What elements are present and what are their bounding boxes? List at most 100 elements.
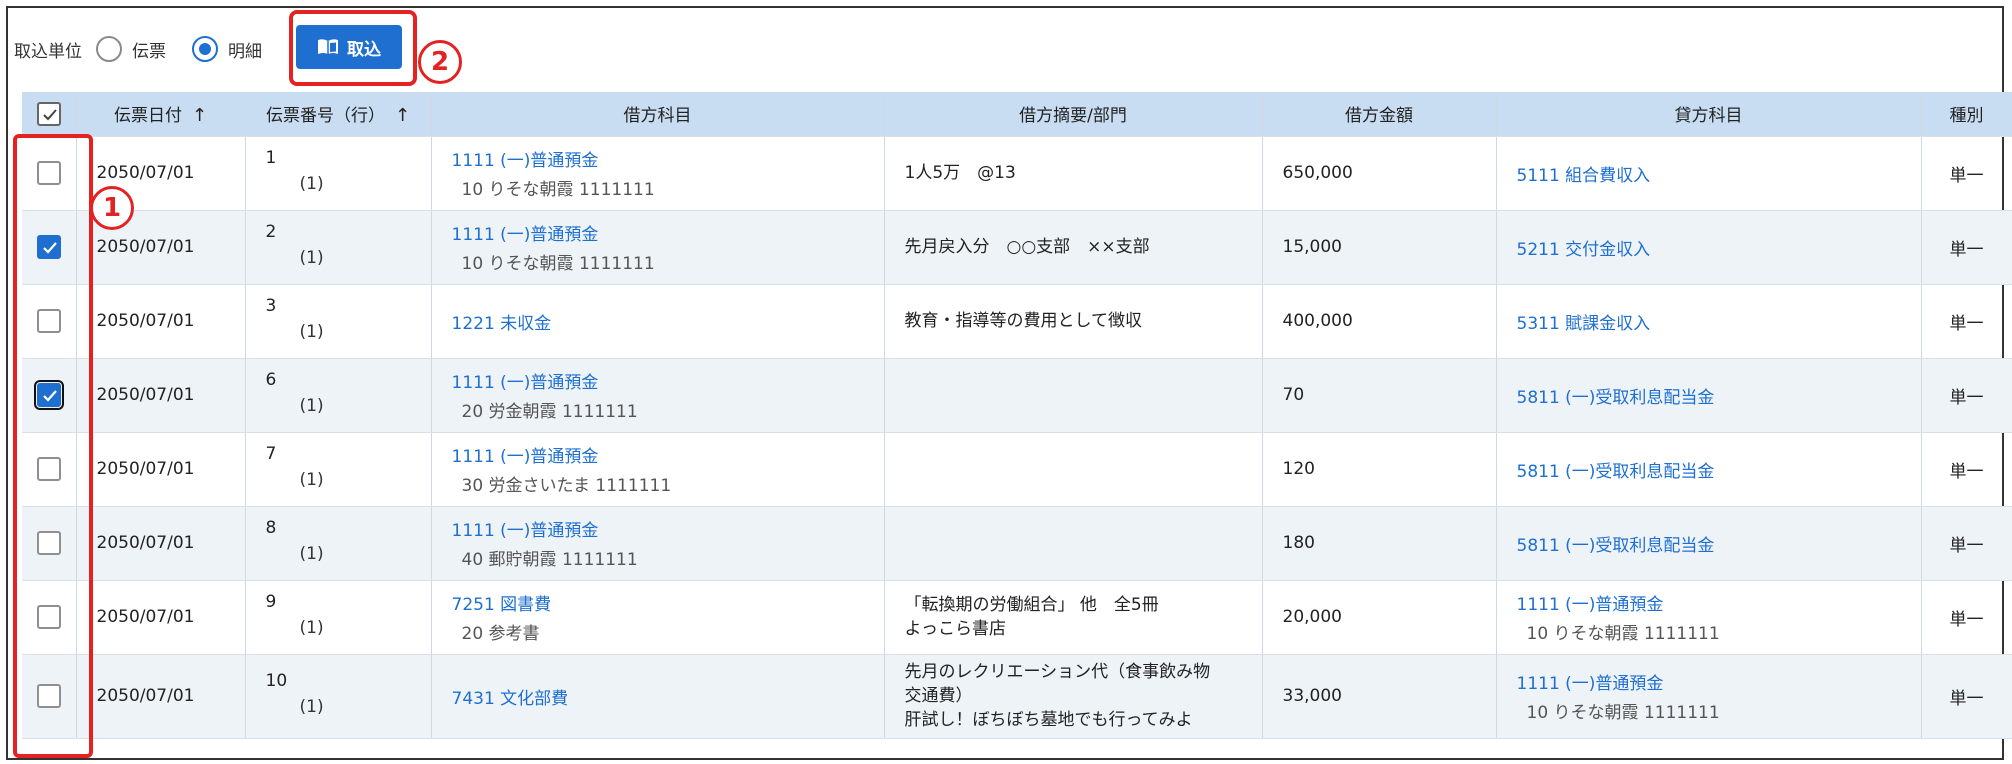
header-type[interactable]: 種別 [1921,92,2012,137]
radio-meisai[interactable]: 明細 [192,36,262,62]
book-icon [317,38,339,56]
header-date-label: 伝票日付 [113,106,182,127]
memo-line: よっこら書店 [904,619,1007,639]
radio-denpyo-circle[interactable] [96,36,122,62]
cell-debit-memo: 教育・指導等の費用として徴収 [884,284,1263,359]
voucher-line: (1) [299,248,324,268]
credit-account-link[interactable]: 5811 (一)受取利息配当金 [1517,457,1901,482]
memo-line: 先月戻入分 ○○支部 ××支部 [904,237,1150,257]
row-select-cell[interactable] [22,210,77,285]
header-debit-memo[interactable]: 借方摘要/部門 [884,92,1263,137]
voucher-line: (1) [299,697,324,717]
cell-debit-account: 1111 (一)普通預金 30 労金さいたま 1111111 [431,432,885,507]
row-checkbox[interactable] [36,309,61,333]
debit-account-link[interactable]: 1111 (一)普通預金 [452,368,864,393]
cell-debit-memo [884,358,1263,433]
row-checkbox[interactable] [36,235,61,259]
cell-credit-account: 5211 交付金収入 [1496,210,1922,285]
header-debit-amount[interactable]: 借方金額 [1262,92,1497,137]
row-select-cell[interactable] [22,284,77,359]
credit-account-link[interactable]: 1111 (一)普通預金 [1517,669,1901,694]
voucher-line: (1) [299,322,324,342]
header-debit-account[interactable]: 借方科目 [431,92,885,137]
memo-line: 肝試し！ぼちぼち墓地でも行ってみよ [904,710,1193,730]
cell-number: 9 (1) [245,580,432,655]
select-all-checkbox[interactable] [36,101,61,126]
memo-line: 先月のレクリエーション代（食事飲み物 [904,662,1211,682]
debit-account-link[interactable]: 1111 (一)普通預金 [452,442,864,467]
cell-date: 2050/07/01 [76,432,246,507]
table-row[interactable]: 2050/07/01 9 (1) 7251 図書費 20 参考書 「転換期の労働組合」 他… [22,580,2012,655]
debit-account-link[interactable]: 1111 (一)普通預金 [452,220,864,245]
voucher-number: 9 [265,592,277,612]
row-select-cell[interactable] [22,432,77,507]
credit-account-link[interactable]: 5111 組合費収入 [1517,161,1901,186]
debit-sub-account: 20 参考書 [461,624,540,644]
memo-line: 1人5万 @13 [904,163,1016,183]
table-row[interactable]: 2050/07/01 3 (1) 1221 未収金 教育・指導等の費用として徴収 400,… [22,284,2012,359]
credit-account-link[interactable]: 5311 賦課金収入 [1517,309,1901,334]
credit-account-link[interactable]: 5811 (一)受取利息配当金 [1517,531,1901,556]
cell-number: 7 (1) [245,432,432,507]
app-frame: 取込単位 伝票 明細 取込 2 伝票日付 ↑ 伝票番号（行） ↑ 借方科目 借方… [6,6,2012,760]
annotation-mark-2: 2 [418,40,462,84]
row-select-cell[interactable] [22,506,77,581]
table-row[interactable]: 2050/07/01 10 (1) 7431 文化部費 先月のレクリエーション代（食事飲… [22,654,2012,739]
debit-account-link[interactable]: 7251 図書費 [452,590,864,615]
table-row[interactable]: 2050/07/01 6 (1) 1111 (一)普通預金 20 労金朝霞 111111… [22,358,2012,433]
cell-debit-amount: 650,000 [1262,136,1497,211]
cell-credit-account: 1111 (一)普通預金 10 りそな朝霞 1111111 [1496,580,1922,655]
table-row[interactable]: 2050/07/01 1 (1) 1111 (一)普通預金 10 りそな朝霞 11111… [22,136,2012,211]
radio-meisai-label: 明細 [228,41,262,62]
cell-credit-account: 5811 (一)受取利息配当金 [1496,432,1922,507]
row-checkbox[interactable] [36,605,61,629]
cell-number: 8 (1) [245,506,432,581]
cell-debit-account: 1111 (一)普通預金 10 りそな朝霞 1111111 [431,136,885,211]
cell-date: 2050/07/01 [76,358,246,433]
row-checkbox[interactable] [33,380,64,410]
row-select-cell[interactable] [22,136,77,211]
row-checkbox[interactable] [36,684,61,708]
debit-sub-account: 30 労金さいたま 1111111 [461,476,672,496]
cell-debit-memo: 先月のレクリエーション代（食事飲み物 交通費） 肝試し！ぼちぼち墓地でも行ってみよ [884,654,1263,739]
row-select-cell[interactable] [22,654,77,739]
header-credit-account[interactable]: 貸方科目 [1496,92,1922,137]
cell-number: 10 (1) [245,654,432,739]
cell-debit-amount: 20,000 [1262,580,1497,655]
radio-meisai-circle[interactable] [192,36,218,62]
cell-debit-memo: 1人5万 @13 [884,136,1263,211]
credit-account-link[interactable]: 5211 交付金収入 [1517,235,1901,260]
cell-debit-memo: 先月戻入分 ○○支部 ××支部 [884,210,1263,285]
cell-debit-account: 1111 (一)普通預金 10 りそな朝霞 1111111 [431,210,885,285]
row-select-cell[interactable] [22,358,77,433]
cell-debit-account: 1221 未収金 [431,284,885,359]
cell-number: 3 (1) [245,284,432,359]
voucher-number: 1 [265,148,277,168]
table-row[interactable]: 2050/07/01 2 (1) 1111 (一)普通預金 10 りそな朝霞 11111… [22,210,2012,285]
cell-type: 単一 [1921,358,2012,433]
cell-credit-account: 5811 (一)受取利息配当金 [1496,506,1922,581]
debit-account-link[interactable]: 1221 未収金 [452,309,864,334]
cell-debit-amount: 33,000 [1262,654,1497,739]
table-row[interactable]: 2050/07/01 7 (1) 1111 (一)普通預金 30 労金さいたま 1111… [22,432,2012,507]
radio-denpyo[interactable]: 伝票 [96,36,166,62]
debit-account-link[interactable]: 1111 (一)普通預金 [452,146,864,171]
credit-account-link[interactable]: 5811 (一)受取利息配当金 [1517,383,1901,408]
cell-credit-account: 5111 組合費収入 [1496,136,1922,211]
header-select-all[interactable] [22,92,77,137]
row-checkbox[interactable] [36,457,61,481]
row-checkbox[interactable] [36,161,61,185]
table-body: 2050/07/01 1 (1) 1111 (一)普通預金 10 りそな朝霞 11111… [22,136,2012,739]
credit-sub-account: 10 りそな朝霞 1111111 [1526,703,1720,723]
debit-account-link[interactable]: 1111 (一)普通預金 [452,516,864,541]
row-select-cell[interactable] [22,580,77,655]
header-number[interactable]: 伝票番号（行） ↑ [245,92,432,137]
import-button[interactable]: 取込 [296,25,402,69]
cell-date: 2050/07/01 [76,284,246,359]
row-checkbox[interactable] [36,531,61,555]
debit-account-link[interactable]: 7431 文化部費 [452,684,864,709]
header-date[interactable]: 伝票日付 ↑ [76,92,246,137]
cell-debit-account: 7431 文化部費 [431,654,885,739]
credit-account-link[interactable]: 1111 (一)普通預金 [1517,590,1901,615]
table-row[interactable]: 2050/07/01 8 (1) 1111 (一)普通預金 40 郵貯朝霞 111111… [22,506,2012,581]
